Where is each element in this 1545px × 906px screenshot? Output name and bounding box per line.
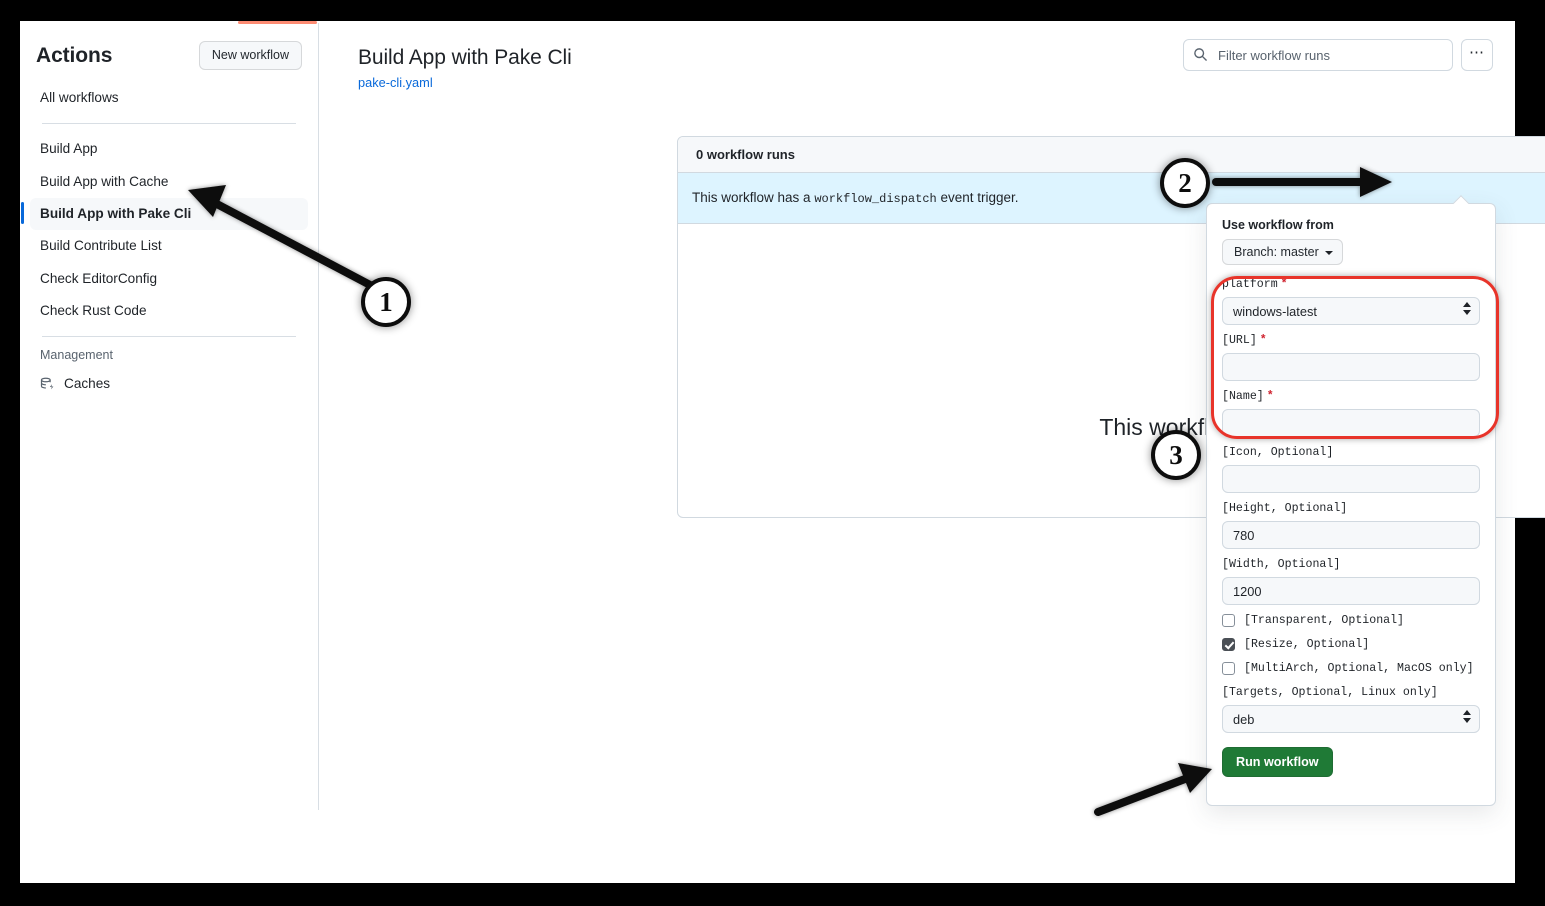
page-title: Actions: [36, 43, 113, 67]
workflow-file-link[interactable]: pake-cli.yaml: [358, 75, 1515, 90]
sidebar-divider-2: [42, 336, 296, 338]
required-asterisk: *: [1259, 334, 1267, 347]
active-tab-accent-bar: [238, 21, 317, 24]
field-name-label-text: [Name]: [1222, 390, 1264, 403]
field-targets-label: [Targets, Optional, Linux only]: [1222, 686, 1438, 699]
sidebar-item-label: Caches: [64, 376, 111, 392]
sidebar-item-build-app-with-pake-cli[interactable]: Build App with Pake Cli: [21, 198, 308, 231]
icon-input[interactable]: [1222, 465, 1480, 493]
annotation-marker-3: 3: [1151, 430, 1201, 480]
screenshot-root: Actions New workflow All workflows Build…: [0, 0, 1545, 906]
new-workflow-button[interactable]: New workflow: [198, 41, 302, 70]
field-url-label-text: [URL]: [1222, 334, 1257, 347]
field-width-label: [Width, Optional]: [1222, 558, 1341, 571]
field-resize: [Resize, Optional]: [1222, 638, 1480, 651]
dispatch-text-before: This workflow has a: [692, 190, 811, 205]
annotation-marker-1: 1: [361, 277, 411, 327]
field-platform-select-wrap: windows-latest: [1222, 297, 1480, 325]
sidebar-item-label: Build Contribute List: [40, 238, 162, 254]
workflow-header: Build App with Pake Cli pake-cli.yaml ⋯: [320, 23, 1515, 90]
branch-selector-label: Branch: master: [1234, 245, 1319, 259]
platform-select[interactable]: windows-latest: [1222, 297, 1480, 325]
annotation-marker-2: 2: [1160, 158, 1210, 208]
search-icon: [1193, 47, 1208, 67]
sidebar-item-label: Check Rust Code: [40, 303, 147, 319]
resize-checkbox[interactable]: [1222, 638, 1235, 651]
field-targets-select-wrap: deb: [1222, 705, 1480, 733]
width-input[interactable]: [1222, 577, 1480, 605]
sidebar-divider-1: [42, 123, 296, 125]
targets-select[interactable]: deb: [1222, 705, 1480, 733]
required-asterisk: *: [1280, 278, 1288, 291]
more-options-button[interactable]: ⋯: [1461, 39, 1493, 71]
multiarch-checkbox-label: [MultiArch, Optional, MacOS only]: [1244, 662, 1474, 675]
dispatch-banner-text: This workflow has a workflow_dispatch ev…: [692, 190, 1019, 206]
field-platform-label-text: platform: [1222, 278, 1278, 291]
field-name: [Name] *: [1222, 390, 1480, 437]
required-asterisk: *: [1266, 390, 1274, 403]
url-input[interactable]: [1222, 353, 1480, 381]
field-icon: [Icon, Optional]: [1222, 446, 1480, 493]
multiarch-checkbox[interactable]: [1222, 662, 1235, 675]
chevron-down-icon: [1324, 251, 1333, 255]
filter-workflow-runs-box[interactable]: [1183, 39, 1453, 71]
filter-toolbar: ⋯: [1183, 39, 1493, 71]
field-targets: [Targets, Optional, Linux only] deb: [1222, 686, 1480, 733]
sidebar-item-label: All workflows: [40, 90, 119, 105]
sidebar-section-management: Management: [40, 348, 113, 363]
dispatch-event-name: workflow_dispatch: [814, 192, 937, 206]
sidebar-item-label: Build App with Pake Cli: [40, 206, 192, 222]
runs-panel-header: 0 workflow runs Event Status Branch: [678, 137, 1545, 173]
search-input[interactable]: [1216, 46, 1441, 64]
transparent-checkbox-label: [Transparent, Optional]: [1244, 614, 1405, 627]
sidebar-item-build-app[interactable]: Build App: [30, 133, 308, 165]
dispatch-text-after: event trigger.: [940, 190, 1019, 205]
field-multiarch: [MultiArch, Optional, MacOS only]: [1222, 662, 1480, 675]
sidebar-item-build-app-with-cache[interactable]: Build App with Cache: [30, 166, 308, 198]
field-height-label: [Height, Optional]: [1222, 502, 1348, 515]
sidebar-item-label: Check EditorConfig: [40, 270, 158, 286]
actions-sidebar: Actions New workflow All workflows Build…: [20, 23, 319, 810]
field-icon-label: [Icon, Optional]: [1222, 446, 1334, 459]
height-input[interactable]: [1222, 521, 1480, 549]
field-transparent: [Transparent, Optional]: [1222, 614, 1480, 627]
sidebar-item-check-editorconfig[interactable]: Check EditorConfig: [30, 263, 308, 295]
name-input[interactable]: [1222, 409, 1480, 437]
field-width: [Width, Optional]: [1222, 558, 1480, 605]
branch-selector-button[interactable]: Branch: master: [1222, 239, 1343, 265]
cache-database-icon: [40, 377, 55, 392]
use-workflow-from-label: Use workflow from: [1222, 218, 1334, 232]
sidebar-item-caches[interactable]: Caches: [30, 368, 308, 400]
workflow-runs-count: 0 workflow runs: [696, 147, 795, 162]
field-height: [Height, Optional]: [1222, 502, 1480, 549]
sidebar-item-all-workflows[interactable]: All workflows: [30, 82, 308, 114]
sidebar-list: All workflows Build App Build App with C…: [20, 76, 318, 401]
sidebar-header: Actions New workflow: [20, 23, 318, 76]
field-platform-label: platform *: [1222, 278, 1480, 291]
resize-checkbox-label: [Resize, Optional]: [1244, 638, 1370, 651]
transparent-checkbox[interactable]: [1222, 614, 1235, 627]
field-url: [URL] *: [1222, 334, 1480, 381]
sidebar-item-label: Build App with Cache: [40, 173, 169, 189]
sidebar-item-check-rust-code[interactable]: Check Rust Code: [30, 295, 308, 327]
field-platform: platform * windows-latest: [1222, 278, 1480, 325]
run-workflow-submit-button[interactable]: Run workflow: [1222, 747, 1333, 777]
field-name-label: [Name] *: [1222, 390, 1480, 403]
field-url-label: [URL] *: [1222, 334, 1480, 347]
sidebar-item-build-contribute-list[interactable]: Build Contribute List: [30, 230, 308, 262]
panel-caret-icon: [1453, 195, 1469, 204]
workflow-dispatch-panel: Use workflow from Branch: master platfor…: [1206, 203, 1496, 806]
dispatch-panel-body: Use workflow from Branch: master platfor…: [1207, 204, 1495, 789]
sidebar-item-label: Build App: [40, 141, 98, 157]
